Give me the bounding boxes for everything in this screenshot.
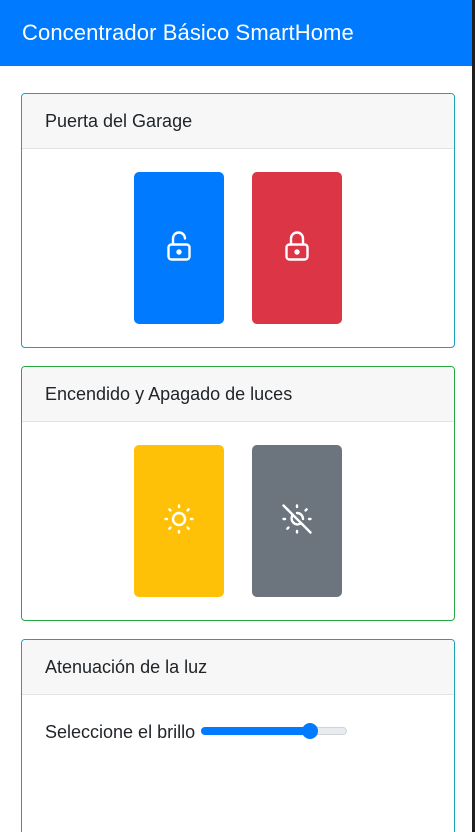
sun-icon bbox=[161, 501, 197, 542]
dimmer-card: Atenuación de la luz Seleccione el brill… bbox=[21, 639, 455, 832]
open-garage-button[interactable] bbox=[134, 172, 224, 324]
brightness-label: Seleccione el brillo bbox=[45, 722, 196, 742]
garage-card-header: Puerta del Garage bbox=[22, 94, 454, 149]
navbar: Concentrador Básico SmartHome bbox=[0, 0, 472, 66]
lights-off-button[interactable] bbox=[252, 445, 342, 597]
close-garage-button[interactable] bbox=[252, 172, 342, 324]
unlock-icon bbox=[161, 228, 197, 269]
brightness-slider[interactable] bbox=[201, 723, 347, 739]
lights-card-header: Encendido y Apagado de luces bbox=[22, 367, 454, 422]
garage-card: Puerta del Garage bbox=[21, 93, 455, 348]
app-title[interactable]: Concentrador Básico SmartHome bbox=[22, 20, 354, 46]
slider-thumb[interactable] bbox=[302, 723, 318, 739]
lock-icon bbox=[279, 228, 315, 269]
lights-on-button[interactable] bbox=[134, 445, 224, 597]
lights-card: Encendido y Apagado de luces bbox=[21, 366, 455, 621]
sun-off-icon bbox=[279, 501, 315, 542]
dimmer-card-header: Atenuación de la luz bbox=[22, 640, 454, 695]
slider-fill bbox=[201, 727, 310, 735]
